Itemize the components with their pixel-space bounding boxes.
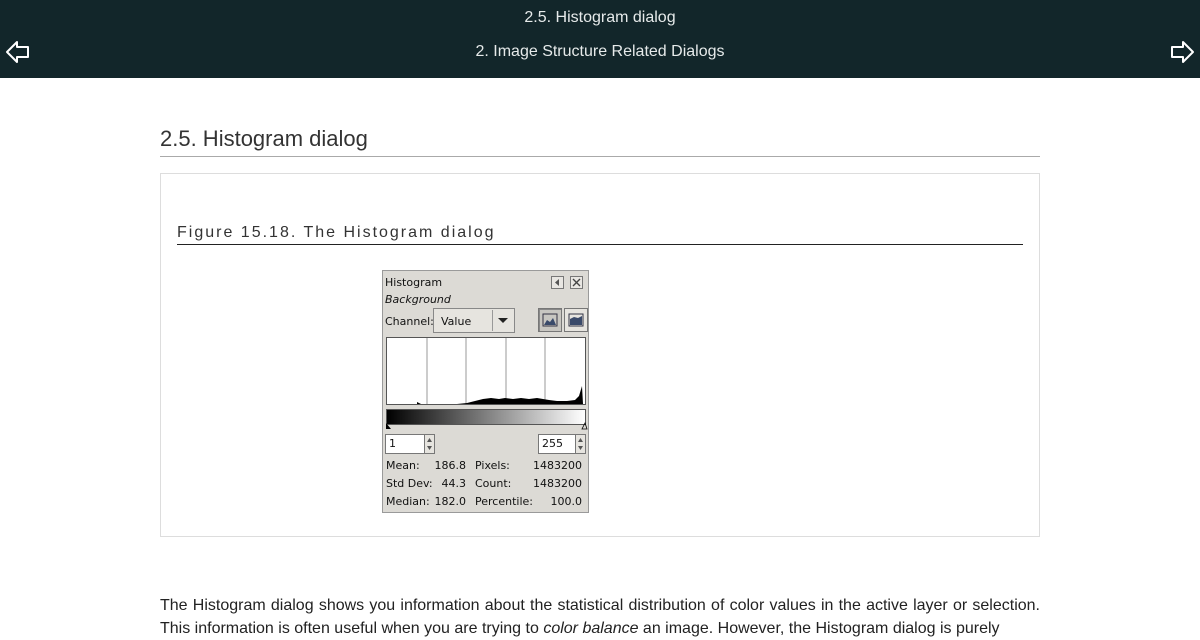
count-label: Count:: [475, 477, 512, 490]
dialog-layer-name: Background: [385, 293, 451, 306]
histogram-plot: [386, 337, 586, 405]
right-arrow-icon[interactable]: [1169, 39, 1195, 65]
logarithmic-histogram-icon: [564, 308, 588, 332]
paragraph-line-1: The Histogram dialog shows you informati…: [160, 597, 1040, 614]
dialog-close-icon: [570, 276, 583, 289]
top-navigation-bar: 2.5. Histogram dialog 2. Image Structure…: [0, 0, 1200, 78]
range-end-value: 255: [542, 437, 563, 450]
channel-label: Channel:: [385, 315, 434, 328]
percentile-label: Percentile:: [475, 495, 533, 508]
section-divider: [160, 156, 1040, 157]
pixels-label: Pixels:: [475, 459, 510, 472]
range-start-stepper-icon: [424, 434, 435, 454]
figure-divider: [177, 244, 1023, 245]
parent-section-link[interactable]: 2. Image Structure Related Dialogs: [0, 43, 1200, 61]
percentile-value: 100.0: [550, 495, 583, 508]
stddev-value: 44.3: [441, 477, 467, 490]
linear-histogram-icon: [538, 308, 562, 332]
left-arrow-icon[interactable]: [5, 39, 31, 65]
histogram-dialog-screenshot: Histogram Background Channel: Value 1 25…: [382, 270, 589, 513]
intro-paragraph: The Histogram dialog shows you informati…: [160, 594, 1040, 640]
section-title: 2.5. Histogram dialog: [160, 126, 368, 151]
range-start-value: 1: [389, 437, 396, 450]
pixels-value: 1483200: [533, 459, 582, 472]
page-header-title: 2.5. Histogram dialog: [524, 9, 676, 26]
dialog-menu-icon: [551, 276, 564, 289]
dialog-title: Histogram: [385, 276, 443, 289]
mean-label: Mean:: [386, 459, 420, 472]
paragraph-line-2-end: an image. However, the Histogram dialog …: [638, 620, 1000, 637]
count-value: 1483200: [533, 477, 582, 490]
channel-select: Value: [433, 308, 515, 333]
range-start-input: 1: [385, 434, 426, 454]
channel-value: Value: [441, 315, 472, 328]
paragraph-line-2-start: This information is often useful when yo…: [160, 620, 544, 637]
color-balance-link[interactable]: color balance: [543, 620, 638, 637]
mean-value: 186.8: [434, 459, 467, 472]
chevron-down-icon: [492, 310, 513, 331]
range-slider-icon: [386, 422, 588, 430]
median-value: 182.0: [434, 495, 467, 508]
range-end-input: 255: [538, 434, 577, 454]
range-end-stepper-icon: [575, 434, 586, 454]
figure-title: Figure 15.18. The Histogram dialog: [177, 224, 496, 241]
figure-container: Figure 15.18. The Histogram dialog Histo…: [160, 173, 1040, 537]
